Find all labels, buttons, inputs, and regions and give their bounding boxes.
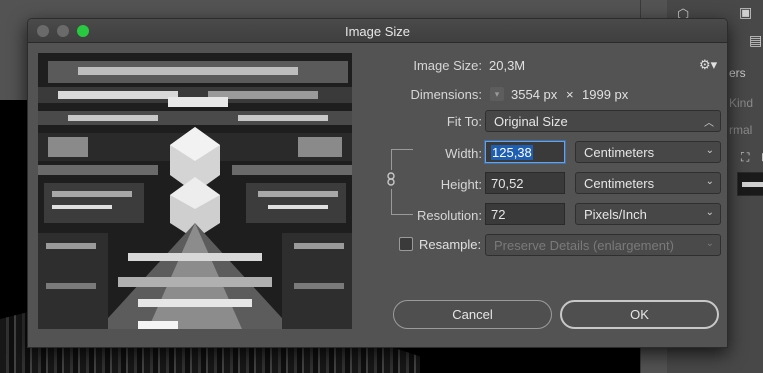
image-size-value: 20,3M <box>489 58 526 73</box>
resolution-unit-select[interactable]: Pixels/Inch ⌄ <box>575 203 721 225</box>
width-input[interactable]: 125,38 <box>485 141 565 163</box>
layer-thumbnail[interactable] <box>737 172 763 196</box>
fit-to-label: Fit To: <box>446 114 482 129</box>
layers-tab-icon[interactable]: ▤ <box>749 32 762 49</box>
resample-checkbox[interactable] <box>399 237 413 251</box>
resolution-input[interactable]: 72 <box>485 203 565 225</box>
width-unit-select[interactable]: Centimeters ⌄ <box>575 141 721 163</box>
height-value: 70,52 <box>491 176 524 191</box>
image-size-dialog: Image Size ⚙▾ Image Size: 20,3M Dimensio… <box>27 18 728 348</box>
dialog-titlebar[interactable]: Image Size <box>28 19 727 43</box>
image-size-label: Image Size: <box>413 58 482 73</box>
dimensions-height-value: 1999 px <box>582 87 629 102</box>
resample-label[interactable]: Resample: <box>419 237 481 252</box>
cancel-button[interactable]: Cancel <box>393 300 552 329</box>
image-preview[interactable] <box>38 53 352 329</box>
fit-to-select[interactable]: Original Size ︿ <box>485 110 721 132</box>
dimensions-label: Dimensions: <box>410 87 482 102</box>
dimensions-width-value: 3554 px <box>511 87 558 102</box>
height-label: Height: <box>440 177 482 192</box>
chevron-down-icon[interactable]: ▾ <box>490 87 504 101</box>
height-input[interactable]: 70,52 <box>485 172 565 194</box>
height-unit-value: Centimeters <box>584 176 655 191</box>
panel-blend-mode[interactable]: rmal <box>729 123 752 137</box>
width-label: Width: <box>445 146 482 161</box>
panel-filter-kind[interactable]: Kind <box>729 96 753 110</box>
resolution-label: Resolution: <box>416 208 482 223</box>
preview-image <box>38 53 352 329</box>
dialog-title: Image Size <box>344 24 411 39</box>
chevron-down-icon: ⌄ <box>705 207 714 218</box>
width-value: 125,38 <box>491 145 533 160</box>
panel-tab-layers[interactable]: ers <box>729 66 746 80</box>
constraint-bracket-lower <box>391 189 392 214</box>
chevron-down-icon: ⌄ <box>705 238 714 249</box>
chevron-down-icon: ⌄ <box>705 145 714 156</box>
dimensions-times-symbol: × <box>566 87 574 102</box>
image-icon[interactable]: ▣ <box>739 4 752 21</box>
resample-method-value: Preserve Details (enlargement) <box>494 238 674 253</box>
constraint-bracket-upper <box>391 149 392 170</box>
resolution-value: 72 <box>491 207 506 222</box>
fit-to-value: Original Size <box>494 114 568 129</box>
width-unit-value: Centimeters <box>584 145 655 160</box>
height-unit-select[interactable]: Centimeters ⌄ <box>575 172 721 194</box>
lock-pixels-icon[interactable]: ⛶ <box>741 150 749 165</box>
chevron-down-icon: ⌄ <box>705 176 714 187</box>
resample-method-select[interactable]: Preserve Details (enlargement) ⌄ <box>485 234 721 256</box>
gear-icon[interactable]: ⚙▾ <box>699 57 717 73</box>
resolution-unit-value: Pixels/Inch <box>584 207 647 222</box>
ok-button[interactable]: OK <box>560 300 719 329</box>
chevron-down-icon: ︿ <box>704 118 714 129</box>
chain-link-icon[interactable] <box>386 172 396 186</box>
